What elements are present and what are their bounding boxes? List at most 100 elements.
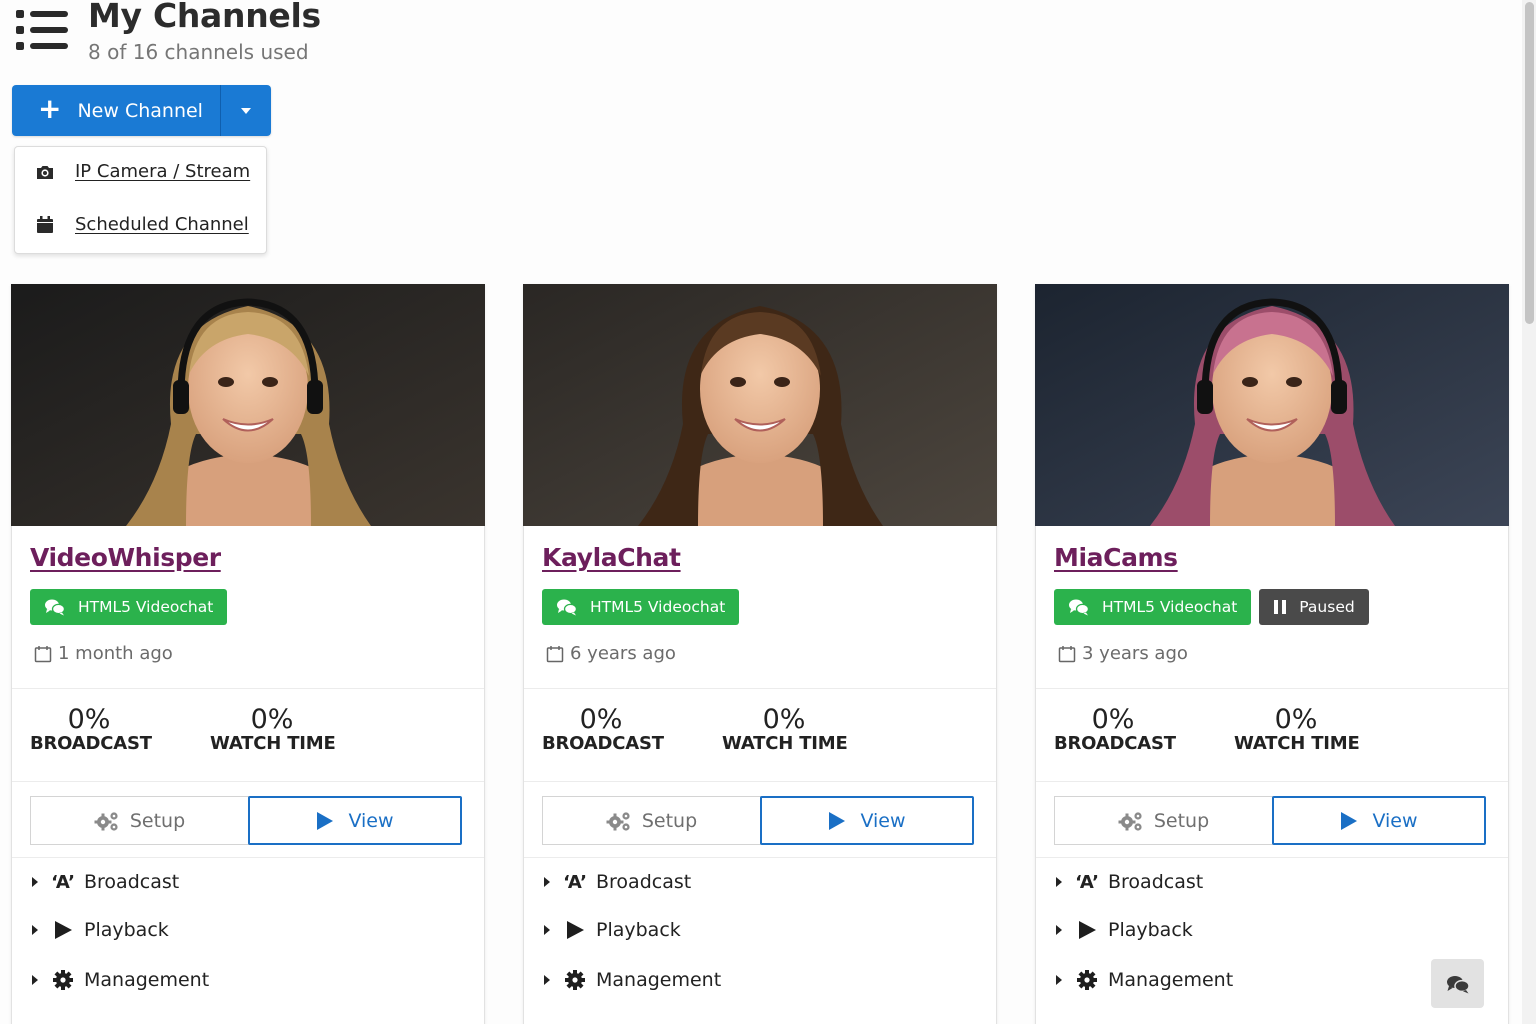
channel-badges: HTML5 Videochat — [542, 589, 740, 625]
play-icon — [1341, 811, 1358, 830]
setup-button[interactable]: Setup — [30, 796, 249, 845]
scrollbar-thumb[interactable] — [1525, 2, 1534, 324]
page-title: My Channels — [88, 0, 321, 35]
play-icon — [317, 811, 334, 830]
watch-time-label: WATCH TIME — [1234, 733, 1360, 754]
section-label: Playback — [84, 919, 169, 941]
gear-icon — [53, 970, 73, 990]
setup-button[interactable]: Setup — [1054, 796, 1273, 845]
chat-bubbles-icon — [45, 599, 66, 616]
divider — [524, 688, 996, 689]
channel-date: 1 month ago — [34, 643, 173, 664]
view-label: View — [1372, 809, 1418, 832]
menu-item-label: Scheduled Channel — [75, 214, 249, 235]
view-button[interactable]: View — [760, 796, 974, 845]
badge-label: HTML5 Videochat — [78, 598, 214, 616]
channel-thumbnail[interactable] — [11, 284, 485, 526]
channel-thumbnail[interactable] — [1035, 284, 1509, 526]
caret-right-icon — [1056, 877, 1062, 887]
chat-bubbles-icon — [1069, 599, 1090, 616]
badge-label: HTML5 Videochat — [1102, 598, 1238, 616]
channel-name-link[interactable]: VideoWhisper — [30, 543, 221, 572]
watch-time-value: 0% — [250, 704, 294, 735]
new-channel-split-button: + New Channel — [12, 85, 271, 136]
view-label: View — [348, 809, 394, 832]
watch-time-value: 0% — [762, 704, 806, 735]
channel-name-link[interactable]: KaylaChat — [542, 543, 681, 572]
management-section-toggle[interactable]: Management — [32, 969, 209, 991]
broadcast-section-toggle[interactable]: ‘A’ Broadcast — [1056, 871, 1203, 893]
caret-right-icon — [1056, 925, 1062, 935]
page-scrollbar[interactable] — [1522, 0, 1536, 1024]
caret-right-icon — [544, 975, 550, 985]
broadcast-text-icon: ‘A’ — [1075, 871, 1099, 893]
broadcast-label: BROADCAST — [542, 733, 664, 754]
channel-badges: HTML5 Videochat — [30, 589, 228, 625]
pause-icon — [1274, 600, 1287, 614]
camera-icon — [37, 165, 53, 179]
channel-thumbnail[interactable] — [523, 284, 997, 526]
chat-widget-button[interactable] — [1431, 959, 1484, 1008]
broadcast-text-icon: ‘A’ — [51, 871, 75, 893]
divider — [524, 781, 996, 782]
menu-item-ip-camera[interactable]: IP Camera / Stream — [35, 161, 250, 182]
broadcast-stat: 0% BROADCAST — [542, 703, 664, 754]
broadcast-value: 0% — [579, 704, 623, 735]
view-button[interactable]: View — [1272, 796, 1486, 845]
channel-card-miacams: MiaCams HTML5 Videochat Paused 3 years a… — [1035, 284, 1509, 1024]
play-icon — [829, 811, 846, 830]
new-channel-dropdown-toggle[interactable] — [221, 85, 271, 136]
setup-label: Setup — [129, 809, 186, 832]
caret-right-icon — [32, 975, 38, 985]
broadcast-text-icon: ‘A’ — [563, 871, 587, 893]
watch-time-label: WATCH TIME — [210, 733, 336, 754]
broadcast-stat: 0% BROADCAST — [1054, 703, 1176, 754]
playback-section-toggle[interactable]: Playback — [32, 919, 169, 941]
management-section-toggle[interactable]: Management — [1056, 969, 1233, 991]
calendar-icon — [37, 215, 53, 233]
card-actions: Setup View — [30, 796, 462, 845]
divider — [12, 857, 484, 858]
broadcast-label: BROADCAST — [30, 733, 152, 754]
date-text: 3 years ago — [1082, 643, 1188, 664]
caret-right-icon — [544, 877, 550, 887]
date-text: 6 years ago — [570, 643, 676, 664]
channel-badges: HTML5 Videochat Paused — [1054, 589, 1369, 625]
broadcast-section-toggle[interactable]: ‘A’ Broadcast — [544, 871, 691, 893]
section-label: Broadcast — [1108, 871, 1204, 893]
section-label: Broadcast — [84, 871, 180, 893]
view-label: View — [860, 809, 906, 832]
section-label: Management — [84, 969, 210, 991]
new-channel-label: New Channel — [77, 99, 203, 122]
videochat-badge: HTML5 Videochat — [1054, 589, 1252, 625]
watch-time-value: 0% — [1274, 704, 1318, 735]
section-label: Playback — [1108, 919, 1193, 941]
badge-label: Paused — [1299, 598, 1355, 616]
broadcast-section-toggle[interactable]: ‘A’ Broadcast — [32, 871, 179, 893]
watch-time-label: WATCH TIME — [722, 733, 848, 754]
menu-item-scheduled-channel[interactable]: Scheduled Channel — [35, 214, 249, 235]
view-button[interactable]: View — [248, 796, 462, 845]
calendar-outline-icon — [546, 645, 564, 662]
divider — [1036, 688, 1508, 689]
plus-icon: + — [38, 92, 62, 125]
broadcast-stat: 0% BROADCAST — [30, 703, 152, 754]
playback-section-toggle[interactable]: Playback — [1056, 919, 1193, 941]
broadcast-value: 0% — [1091, 704, 1135, 735]
badge-label: HTML5 Videochat — [590, 598, 726, 616]
chat-bubbles-icon — [557, 599, 578, 616]
calendar-outline-icon — [34, 645, 52, 662]
channel-name-link[interactable]: MiaCams — [1054, 543, 1178, 572]
channel-date: 3 years ago — [1058, 643, 1188, 664]
date-text: 1 month ago — [58, 643, 173, 664]
new-channel-button[interactable]: + New Channel — [12, 85, 221, 136]
watch-time-stat: 0% WATCH TIME — [210, 703, 336, 754]
section-label: Playback — [596, 919, 681, 941]
management-section-toggle[interactable]: Management — [544, 969, 721, 991]
divider — [1036, 781, 1508, 782]
divider — [524, 857, 996, 858]
playback-section-toggle[interactable]: Playback — [544, 919, 681, 941]
caret-right-icon — [1056, 975, 1062, 985]
play-icon — [567, 921, 584, 939]
setup-button[interactable]: Setup — [542, 796, 761, 845]
